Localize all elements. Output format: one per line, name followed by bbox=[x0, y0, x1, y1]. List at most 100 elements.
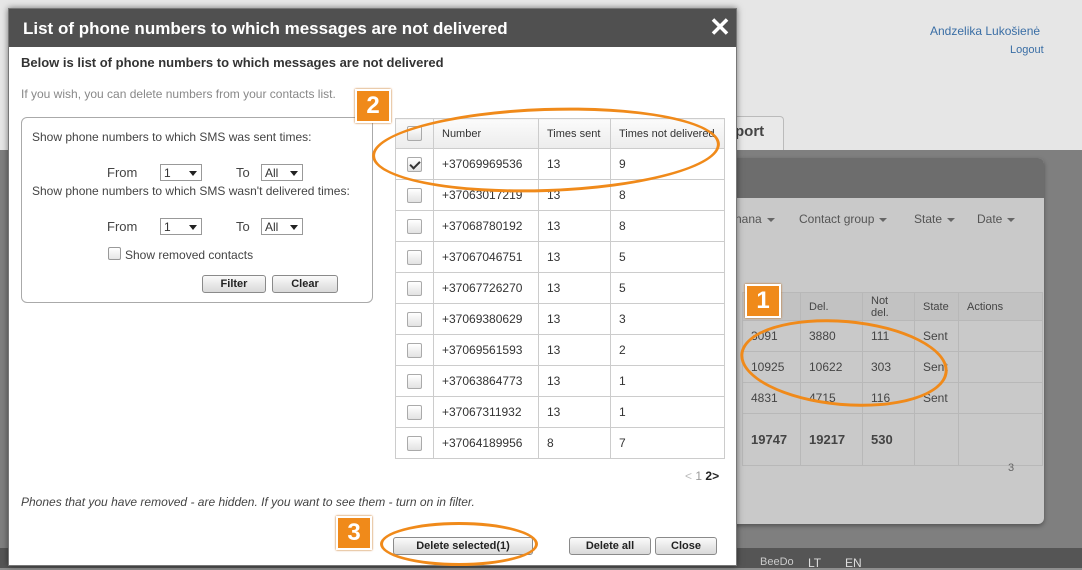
dialog-title: List of phone numbers to which messages … bbox=[23, 19, 508, 38]
phone-rows: +37069969536 13 9 +37063017219 13 8 +370687801… bbox=[395, 148, 725, 459]
chevron-down-icon bbox=[189, 171, 197, 176]
sent-to-select[interactable]: All bbox=[261, 164, 303, 181]
filter-dropdown-name[interactable]: nana bbox=[735, 212, 775, 226]
notdelivered-times-label: Show phone numbers to which SMS wasn't d… bbox=[32, 184, 350, 198]
row-checkbox-cell bbox=[395, 396, 434, 428]
table-row[interactable]: +37068780192 13 8 bbox=[395, 210, 725, 242]
user-name-link[interactable]: Andzelika Lukošienė bbox=[930, 24, 1040, 38]
table-row[interactable]: +37063864773 13 1 bbox=[395, 365, 725, 397]
times-sent-cell: 13 bbox=[538, 272, 611, 304]
caret-down-icon bbox=[947, 217, 956, 222]
times-sent-cell: 13 bbox=[538, 241, 611, 273]
phone-number-cell: +37067046751 bbox=[433, 241, 539, 273]
chevron-down-icon bbox=[290, 171, 298, 176]
footer-brand[interactable]: BeeDo bbox=[760, 556, 794, 568]
filter-dropdown-contact-group[interactable]: Contact group bbox=[799, 212, 888, 226]
total-cell bbox=[958, 413, 1043, 466]
dialog-title-bar: List of phone numbers to which messages … bbox=[9, 9, 736, 47]
table-row[interactable]: +37067726270 13 5 bbox=[395, 272, 725, 304]
filter-button[interactable]: Filter bbox=[202, 275, 266, 293]
delete-all-button[interactable]: Delete all bbox=[569, 537, 651, 555]
filter-dropdown-state[interactable]: State bbox=[914, 212, 956, 226]
phone-number-cell: +37068780192 bbox=[433, 210, 539, 242]
phone-number-cell: +37064189956 bbox=[433, 427, 539, 459]
background-pager-page[interactable]: 3 bbox=[1008, 462, 1014, 474]
row-checkbox[interactable] bbox=[407, 404, 422, 420]
totals-row: 19747 19217 530 bbox=[742, 413, 1043, 466]
total-cell bbox=[914, 413, 959, 466]
times-not-delivered-cell: 1 bbox=[610, 365, 725, 397]
dialog-intro-text: If you wish, you can delete numbers from… bbox=[21, 87, 336, 101]
row-checkbox[interactable] bbox=[407, 435, 422, 451]
pager-page-1[interactable]: 1 bbox=[695, 469, 702, 483]
times-not-delivered-cell: 5 bbox=[610, 241, 725, 273]
clear-button[interactable]: Clear bbox=[272, 275, 338, 293]
column-header: Actions bbox=[958, 292, 1043, 321]
notdel-from-select[interactable]: 1 bbox=[160, 218, 202, 235]
table-row[interactable]: +37064189956 8 7 bbox=[395, 427, 725, 459]
notdel-to-select[interactable]: All bbox=[261, 218, 303, 235]
pager-next[interactable]: > bbox=[712, 469, 719, 483]
close-icon[interactable]: ✕ bbox=[706, 13, 734, 41]
phone-number-cell: +37067726270 bbox=[433, 272, 539, 304]
row-checkbox[interactable] bbox=[407, 218, 422, 234]
times-not-delivered-cell: 8 bbox=[610, 210, 725, 242]
sent-times-label: Show phone numbers to which SMS was sent… bbox=[32, 130, 312, 144]
annotation-ellipse-3 bbox=[380, 522, 538, 566]
table-row[interactable]: +37067311932 13 1 bbox=[395, 396, 725, 428]
row-checkbox-cell bbox=[395, 241, 434, 273]
table-cell bbox=[958, 382, 1043, 414]
sent-to-label: To bbox=[236, 165, 250, 180]
show-removed-label: Show removed contacts bbox=[125, 248, 254, 262]
total-cell: 19747 bbox=[742, 413, 801, 466]
sent-from-select[interactable]: 1 bbox=[160, 164, 202, 181]
notdel-from-label: From bbox=[107, 219, 138, 234]
row-checkbox-cell bbox=[395, 334, 434, 366]
filter-panel: Show phone numbers to which SMS was sent… bbox=[21, 117, 373, 303]
close-button[interactable]: Close bbox=[655, 537, 717, 555]
caret-down-icon bbox=[1007, 217, 1016, 222]
row-checkbox[interactable] bbox=[407, 311, 422, 327]
times-not-delivered-cell: 2 bbox=[610, 334, 725, 366]
tab-report-label: port bbox=[735, 123, 765, 140]
show-removed-checkbox[interactable] bbox=[108, 247, 121, 260]
annotation-marker-1: 1 bbox=[745, 284, 781, 318]
caret-down-icon bbox=[766, 217, 775, 222]
row-checkbox[interactable] bbox=[407, 187, 422, 203]
times-sent-cell: 13 bbox=[538, 365, 611, 397]
row-checkbox[interactable] bbox=[407, 280, 422, 296]
table-row[interactable]: +37067046751 13 5 bbox=[395, 241, 725, 273]
times-not-delivered-cell: 3 bbox=[610, 303, 725, 335]
removed-hidden-note: Phones that you have removed - are hidde… bbox=[21, 495, 475, 509]
times-sent-cell: 13 bbox=[538, 210, 611, 242]
chevron-down-icon bbox=[290, 225, 298, 230]
times-sent-cell: 13 bbox=[538, 396, 611, 428]
logout-link[interactable]: Logout bbox=[1010, 44, 1044, 56]
column-header: State bbox=[914, 292, 959, 321]
table-cell bbox=[958, 320, 1043, 352]
total-cell: 530 bbox=[862, 413, 915, 466]
row-checkbox[interactable] bbox=[407, 342, 422, 358]
select-value: All bbox=[265, 220, 279, 234]
select-value: 1 bbox=[164, 220, 171, 234]
pagination: < 1 2> bbox=[685, 469, 719, 483]
table-row[interactable]: +37069561593 13 2 bbox=[395, 334, 725, 366]
annotation-marker-2: 2 bbox=[355, 89, 391, 123]
row-checkbox[interactable] bbox=[407, 373, 422, 389]
table-row[interactable]: +37069380629 13 3 bbox=[395, 303, 725, 335]
dialog-heading: Below is list of phone numbers to which … bbox=[21, 55, 444, 70]
background-card-header bbox=[722, 158, 1044, 198]
caret-down-icon bbox=[879, 217, 888, 222]
filter-dropdown-date[interactable]: Date bbox=[977, 212, 1016, 226]
pager-prev[interactable]: < bbox=[685, 469, 692, 483]
column-header: Not del. bbox=[862, 292, 915, 321]
row-checkbox[interactable] bbox=[407, 249, 422, 265]
row-checkbox-cell bbox=[395, 272, 434, 304]
column-header: Del. bbox=[800, 292, 863, 321]
phone-number-cell: +37069380629 bbox=[433, 303, 539, 335]
total-cell: 19217 bbox=[800, 413, 863, 466]
times-sent-cell: 8 bbox=[538, 427, 611, 459]
phone-number-cell: +37069561593 bbox=[433, 334, 539, 366]
chevron-down-icon bbox=[189, 225, 197, 230]
row-checkbox-cell bbox=[395, 210, 434, 242]
